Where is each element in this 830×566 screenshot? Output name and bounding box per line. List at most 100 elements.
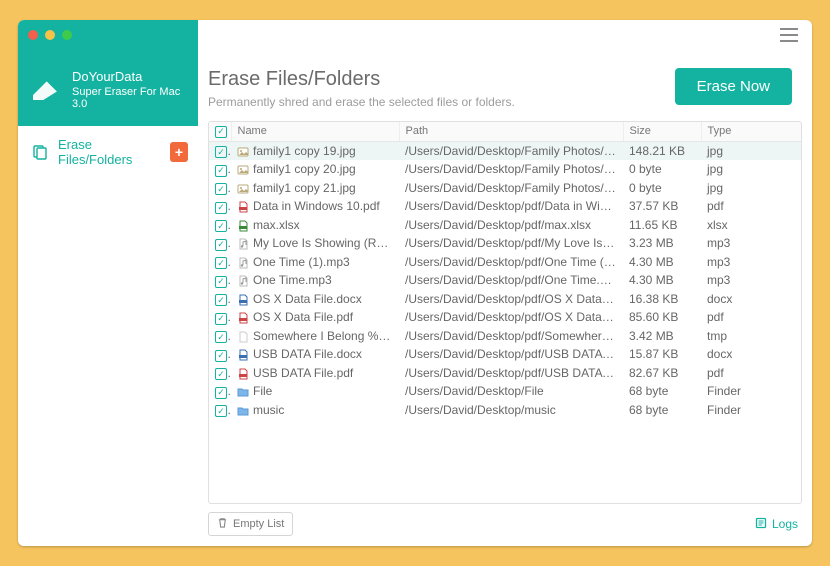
checkbox-icon[interactable]: ✓ bbox=[215, 368, 227, 380]
cell-size: 68 byte bbox=[623, 382, 701, 401]
cell-type: Finder bbox=[701, 382, 801, 401]
table-row[interactable]: ✓Somewhere I Belong %28Al.../Users/David… bbox=[209, 327, 801, 346]
page-title: Erase Files/Folders bbox=[208, 68, 515, 91]
close-icon[interactable] bbox=[28, 30, 38, 40]
cell-size: 0 byte bbox=[623, 179, 701, 198]
cell-path: /Users/David/Desktop/pdf/Somewhere I Be.… bbox=[399, 327, 623, 346]
cell-name: Data in Windows 10.pdf bbox=[231, 197, 399, 216]
cell-name: OS X Data File.docx bbox=[231, 290, 399, 309]
checkbox-icon[interactable]: ✓ bbox=[215, 387, 227, 399]
file-type-icon bbox=[237, 201, 249, 213]
brand-title: DoYourData bbox=[72, 69, 188, 84]
empty-list-button[interactable]: Empty List bbox=[208, 512, 293, 536]
menu-icon[interactable] bbox=[780, 26, 802, 44]
checkbox-icon[interactable]: ✓ bbox=[215, 350, 227, 362]
checkbox-icon[interactable]: ✓ bbox=[215, 126, 227, 138]
column-name[interactable]: Name bbox=[231, 122, 399, 141]
column-path[interactable]: Path bbox=[399, 122, 623, 141]
file-type-icon bbox=[237, 368, 249, 380]
table-row[interactable]: ✓One Time (1).mp3/Users/David/Desktop/pd… bbox=[209, 253, 801, 272]
table-row[interactable]: ✓File/Users/David/Desktop/File68 byteFin… bbox=[209, 382, 801, 401]
table-row[interactable]: ✓ Data in Windows 10.pdf/Users/David/Desk… bbox=[209, 197, 801, 216]
cell-size: 0 byte bbox=[623, 160, 701, 179]
files-icon bbox=[32, 144, 48, 160]
add-button[interactable]: + bbox=[170, 142, 188, 162]
cell-type: jpg bbox=[701, 160, 801, 179]
zoom-icon[interactable] bbox=[62, 30, 72, 40]
column-size[interactable]: Size bbox=[623, 122, 701, 141]
file-type-icon bbox=[237, 312, 249, 324]
checkbox-icon[interactable]: ✓ bbox=[215, 331, 227, 343]
table-row[interactable]: ✓music/Users/David/Desktop/music68 byteF… bbox=[209, 401, 801, 420]
checkbox-icon[interactable]: ✓ bbox=[215, 165, 227, 177]
cell-size: 3.42 MB bbox=[623, 327, 701, 346]
cell-name: max.xlsx bbox=[231, 216, 399, 235]
cell-type: jpg bbox=[701, 179, 801, 198]
cell-name: One Time.mp3 bbox=[231, 271, 399, 290]
checkbox-icon[interactable]: ✓ bbox=[215, 294, 227, 306]
cell-size: 68 byte bbox=[623, 401, 701, 420]
checkbox-icon[interactable]: ✓ bbox=[215, 313, 227, 325]
cell-size: 15.87 KB bbox=[623, 345, 701, 364]
cell-size: 3.23 MB bbox=[623, 234, 701, 253]
table-row[interactable]: ✓family1 copy 19.jpg/Users/David/Desktop… bbox=[209, 141, 801, 160]
table-row[interactable]: ✓OS X Data File.pdf/Users/David/Desktop/… bbox=[209, 308, 801, 327]
cell-type: pdf bbox=[701, 197, 801, 216]
table-row[interactable]: ✓ USB DATA File.pdf/Users/David/Desktop/p… bbox=[209, 364, 801, 383]
cell-path: /Users/David/Desktop/Family Photos/famil… bbox=[399, 179, 623, 198]
checkbox-icon[interactable]: ✓ bbox=[215, 183, 227, 195]
brand: DoYourData Super Eraser For Mac 3.0 bbox=[18, 50, 198, 126]
cell-name: File bbox=[231, 382, 399, 401]
checkbox-icon[interactable]: ✓ bbox=[215, 202, 227, 214]
cell-name: music bbox=[231, 401, 399, 420]
cell-path: /Users/David/Desktop/pdf/USB DATA File.p… bbox=[399, 364, 623, 383]
column-type[interactable]: Type bbox=[701, 122, 801, 141]
column-check[interactable]: ✓ bbox=[209, 122, 231, 141]
file-type-icon bbox=[237, 294, 249, 306]
table-row[interactable]: ✓My Love Is Showing (Remas.../Users/Davi… bbox=[209, 234, 801, 253]
cell-size: 16.38 KB bbox=[623, 290, 701, 309]
checkbox-icon[interactable]: ✓ bbox=[215, 239, 227, 251]
table-row[interactable]: ✓USB DATA File.docx/Users/David/Desktop/… bbox=[209, 345, 801, 364]
erase-now-button[interactable]: Erase Now bbox=[675, 68, 792, 105]
file-type-icon bbox=[237, 275, 249, 287]
file-type-icon bbox=[237, 164, 249, 176]
checkbox-icon[interactable]: ✓ bbox=[215, 146, 227, 158]
table-row[interactable]: ✓ OS X Data File.docx/Users/David/Desktop… bbox=[209, 290, 801, 309]
traffic-lights bbox=[18, 20, 198, 50]
logs-icon bbox=[755, 517, 767, 532]
checkbox-icon[interactable]: ✓ bbox=[215, 220, 227, 232]
table-row[interactable]: ✓family1 copy 21.jpg/Users/David/Desktop… bbox=[209, 179, 801, 198]
table-row[interactable]: ✓One Time.mp3/Users/David/Desktop/pdf/On… bbox=[209, 271, 801, 290]
file-table[interactable]: ✓ Name Path Size Type ✓family1 copy 19.j… bbox=[208, 121, 802, 504]
file-type-icon bbox=[237, 238, 249, 250]
checkbox-icon[interactable]: ✓ bbox=[215, 276, 227, 288]
cell-path: /Users/David/Desktop/pdf/Data in Window.… bbox=[399, 197, 623, 216]
cell-path: /Users/David/Desktop/Family Photos/famil… bbox=[399, 141, 623, 160]
cell-path: /Users/David/Desktop/music bbox=[399, 401, 623, 420]
cell-path: /Users/David/Desktop/Family Photos/famil… bbox=[399, 160, 623, 179]
checkbox-icon[interactable]: ✓ bbox=[215, 405, 227, 417]
table-row[interactable]: ✓family1 copy 20.jpg/Users/David/Desktop… bbox=[209, 160, 801, 179]
cell-path: /Users/David/Desktop/pdf/OS X Data File.… bbox=[399, 308, 623, 327]
file-type-icon bbox=[237, 405, 249, 417]
cell-size: 4.30 MB bbox=[623, 271, 701, 290]
file-type-icon bbox=[237, 386, 249, 398]
cell-type: docx bbox=[701, 345, 801, 364]
cell-name: USB DATA File.pdf bbox=[231, 364, 399, 383]
cell-size: 11.65 KB bbox=[623, 216, 701, 235]
cell-type: xlsx bbox=[701, 216, 801, 235]
cell-path: /Users/David/Desktop/pdf/OS X Data File.… bbox=[399, 290, 623, 309]
cell-type: docx bbox=[701, 290, 801, 309]
table-row[interactable]: ✓max.xlsx/Users/David/Desktop/pdf/max.xl… bbox=[209, 216, 801, 235]
cell-size: 82.67 KB bbox=[623, 364, 701, 383]
minimize-icon[interactable] bbox=[45, 30, 55, 40]
logs-button[interactable]: Logs bbox=[755, 517, 798, 532]
app-window: DoYourData Super Eraser For Mac 3.0 Eras… bbox=[18, 20, 812, 546]
cell-size: 37.57 KB bbox=[623, 197, 701, 216]
cell-name: USB DATA File.docx bbox=[231, 345, 399, 364]
sidebar-item-erase-files[interactable]: Erase Files/Folders + bbox=[18, 134, 198, 170]
main-content: Erase Files/Folders Permanently shred an… bbox=[198, 50, 812, 546]
checkbox-icon[interactable]: ✓ bbox=[215, 257, 227, 269]
file-type-icon bbox=[237, 220, 249, 232]
